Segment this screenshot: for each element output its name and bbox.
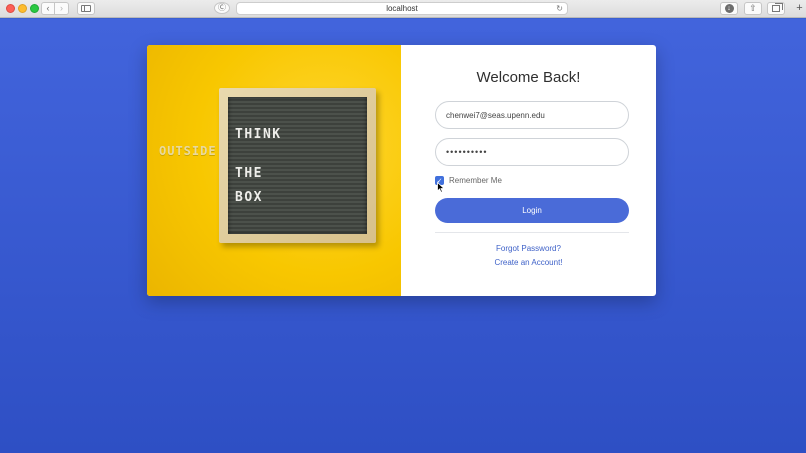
login-button[interactable]: Login	[435, 198, 629, 223]
password-value: ••••••••••	[446, 147, 488, 157]
mouse-cursor-icon	[437, 182, 445, 193]
email-field[interactable]: chenwei7@seas.upenn.edu	[435, 101, 629, 129]
chevron-left-icon: ‹	[46, 3, 50, 13]
reader-button[interactable]: Ⓒ	[214, 2, 230, 14]
address-bar[interactable]: localhost ↻	[236, 2, 568, 15]
tabs-icon	[772, 3, 783, 12]
divider	[435, 232, 629, 233]
remember-me-label[interactable]: Remember Me	[449, 176, 502, 185]
sidebar-icon	[81, 5, 91, 12]
letterboard-felt: THINK THE BOX	[228, 97, 367, 234]
outside-letters: OUTSIDE	[159, 144, 217, 158]
reader-icon: Ⓒ	[218, 3, 226, 12]
login-form: Welcome Back! chenwei7@seas.upenn.edu ••…	[401, 45, 656, 296]
letterboard-frame: THINK THE BOX	[219, 88, 376, 243]
hero-image: OUTSIDE THINK THE BOX	[147, 45, 401, 296]
minimize-window-button[interactable]	[18, 4, 27, 13]
forward-button[interactable]: ›	[55, 2, 69, 15]
share-icon: ⇧	[749, 3, 757, 13]
new-tab-button[interactable]: +	[793, 2, 806, 15]
plus-icon: +	[796, 2, 803, 14]
password-field[interactable]: ••••••••••	[435, 138, 629, 166]
browser-toolbar: ‹ › Ⓒ localhost ↻ ↓ ⇧ +	[0, 0, 806, 18]
reload-icon[interactable]: ↻	[556, 4, 563, 13]
downloads-button[interactable]: ↓	[720, 2, 738, 15]
remember-me-row[interactable]: ✓ Remember Me	[435, 176, 502, 193]
close-window-button[interactable]	[6, 4, 15, 13]
download-icon: ↓	[724, 4, 734, 13]
page-background: OUTSIDE THINK THE BOX Welcome Back! chen…	[0, 19, 806, 453]
sidebar-button[interactable]	[77, 2, 95, 15]
forgot-password-link[interactable]: Forgot Password?	[401, 244, 656, 253]
url-text: localhost	[386, 4, 418, 13]
create-account-link[interactable]: Create an Account!	[401, 258, 656, 267]
share-button[interactable]: ⇧	[744, 2, 762, 15]
show-tabs-button[interactable]	[767, 2, 785, 15]
back-button[interactable]: ‹	[41, 2, 55, 15]
board-line-the: THE	[235, 166, 263, 181]
board-line-think: THINK	[235, 127, 282, 142]
chevron-right-icon: ›	[60, 3, 63, 13]
zoom-window-button[interactable]	[30, 4, 39, 13]
board-line-box: BOX	[235, 190, 263, 205]
email-value: chenwei7@seas.upenn.edu	[446, 110, 545, 120]
login-card: OUTSIDE THINK THE BOX Welcome Back! chen…	[147, 45, 656, 296]
form-title: Welcome Back!	[476, 69, 581, 86]
